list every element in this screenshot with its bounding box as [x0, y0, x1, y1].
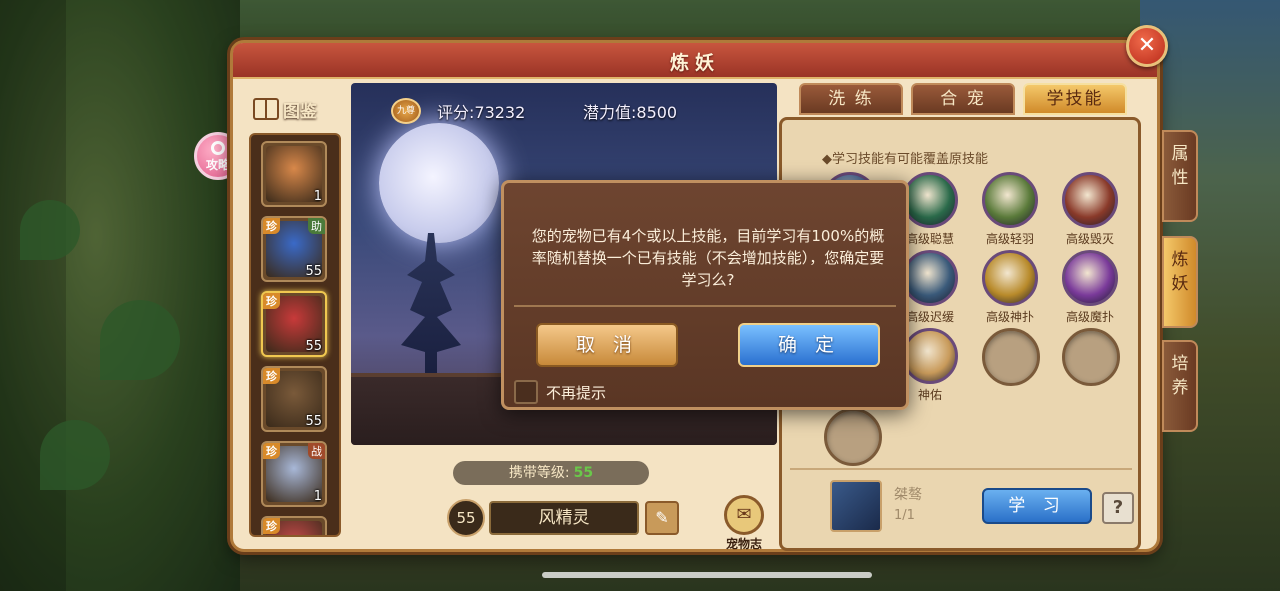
empty-skill-slot[interactable]	[824, 408, 882, 466]
close-button[interactable]: ✕	[1126, 25, 1168, 67]
window-title: 炼妖	[669, 52, 720, 74]
skill-icon	[902, 250, 958, 306]
skill-icon	[982, 172, 1038, 228]
skill-item[interactable]: 高级毁灭	[1054, 172, 1126, 247]
carry-value: 55	[573, 465, 594, 481]
rare-tag: 珍	[263, 368, 280, 384]
pet-slot[interactable]: 珍 55	[261, 291, 327, 357]
pet-level: 55	[447, 499, 485, 537]
help-button[interactable]: ?	[1102, 492, 1134, 524]
score-text: 评分:73232	[437, 103, 526, 122]
pagoda	[401, 233, 461, 373]
checkbox-box[interactable]	[514, 380, 538, 404]
empty-skill-slot[interactable]	[982, 328, 1040, 386]
home-indicator[interactable]	[542, 572, 872, 578]
moon	[379, 123, 499, 243]
skill-item[interactable]: 高级神扑	[974, 250, 1046, 325]
confirm-dialog: 您的宠物已有4个或以上技能，目前学习有100%的概率随机替换一个已有技能（不会增…	[501, 180, 909, 410]
pet-sidebar: 图鉴 1 珍助 55 珍 55 珍 55 珍战 1 珍	[249, 89, 341, 543]
skill-book-item[interactable]	[830, 480, 882, 532]
side-tab-attributes[interactable]: 属 性	[1162, 130, 1198, 222]
rename-button[interactable]: ✎	[645, 501, 679, 535]
magnifier-icon	[211, 141, 225, 155]
learn-button[interactable]: 学 习	[982, 488, 1092, 524]
pet-level-badge: 55	[305, 339, 322, 354]
pet-name: 风精灵	[489, 501, 639, 535]
confirm-button[interactable]: 确 定	[738, 323, 880, 367]
skill-book-count: 1/1	[894, 508, 915, 523]
dialog-message: 您的宠物已有4个或以上技能，目前学习有100%的概率随机替换一个已有技能（不会增…	[531, 227, 885, 289]
pet-name-row: 55 风精灵 ✎	[447, 499, 679, 537]
pet-list[interactable]: 1 珍助 55 珍 55 珍 55 珍战 1 珍	[249, 133, 341, 537]
empty-skill-slot[interactable]	[1062, 328, 1120, 386]
pet-slot[interactable]: 1	[261, 141, 327, 207]
learn-row: 桀骜 1/1 学 习 ?	[790, 468, 1134, 544]
skill-book-name: 桀骜	[894, 487, 922, 503]
pet-level-badge: 1	[313, 489, 322, 504]
pet-slot[interactable]: 珍	[261, 516, 327, 535]
skill-notice: ◆学习技能有可能覆盖原技能	[822, 152, 988, 167]
function-tabs: 洗 练合 宠学技能	[799, 83, 1127, 115]
dont-remind-checkbox[interactable]: 不再提示	[514, 379, 606, 405]
carry-level: 携带等级: 55	[453, 461, 649, 485]
pet-slot[interactable]: 珍 助 55	[261, 216, 327, 282]
skill-icon	[1062, 250, 1118, 306]
title-bar: 炼妖	[233, 43, 1157, 79]
pet-slot[interactable]: 珍 战 1	[261, 441, 327, 507]
rare-tag: 珍	[263, 443, 280, 459]
skill-item[interactable]: 高级魔扑	[1054, 250, 1126, 325]
skill-label: 高级毁灭	[1065, 232, 1114, 246]
potential-text: 潜力值:8500	[583, 103, 678, 122]
pet-level-badge: 55	[305, 264, 322, 279]
carry-label: 携带等级:	[508, 465, 570, 481]
pet-level-badge: 1	[313, 189, 322, 204]
rare-tag: 珍	[263, 518, 280, 534]
skill-icon	[982, 250, 1038, 306]
skill-label: 高级神扑	[985, 310, 1034, 324]
pet-slot[interactable]: 珍 55	[261, 366, 327, 432]
atlas-label: 图鉴	[283, 101, 317, 122]
skill-icon	[1062, 172, 1118, 228]
role-tag: 战	[308, 443, 325, 459]
role-tag: 助	[308, 218, 325, 234]
dont-remind-label: 不再提示	[546, 383, 607, 402]
tab-refine[interactable]: 洗 练	[799, 83, 903, 115]
book-icon	[253, 98, 279, 120]
dialog-divider	[514, 305, 896, 307]
tab-learn-skill[interactable]: 学技能	[1023, 83, 1127, 115]
atlas-button[interactable]: 图鉴	[253, 95, 343, 123]
guide-label: 攻略	[205, 158, 230, 172]
pet-level-badge: 55	[305, 414, 322, 429]
skill-label: 高级魔扑	[1065, 310, 1114, 324]
side-tab-train[interactable]: 培 养	[1162, 340, 1198, 432]
skill-icon	[902, 328, 958, 384]
stat-bar: 九尊 评分:73232 潜力值:8500	[391, 98, 771, 124]
side-tab-refine[interactable]: 炼 妖	[1162, 236, 1198, 328]
scroll-icon: ✉	[724, 495, 764, 535]
pet-log-button[interactable]: ✉ 宠物志	[719, 495, 769, 551]
nine-badge-icon: 九尊	[391, 98, 421, 124]
skill-label: 高级轻羽	[985, 232, 1034, 246]
skill-icon	[902, 172, 958, 228]
pet-log-label: 宠物志	[725, 537, 762, 551]
tab-merge[interactable]: 合 宠	[911, 83, 1015, 115]
rare-tag: 珍	[263, 293, 280, 309]
skill-item[interactable]: 高级轻羽	[974, 172, 1046, 247]
rare-tag: 珍	[263, 218, 280, 234]
cancel-button[interactable]: 取 消	[536, 323, 678, 367]
